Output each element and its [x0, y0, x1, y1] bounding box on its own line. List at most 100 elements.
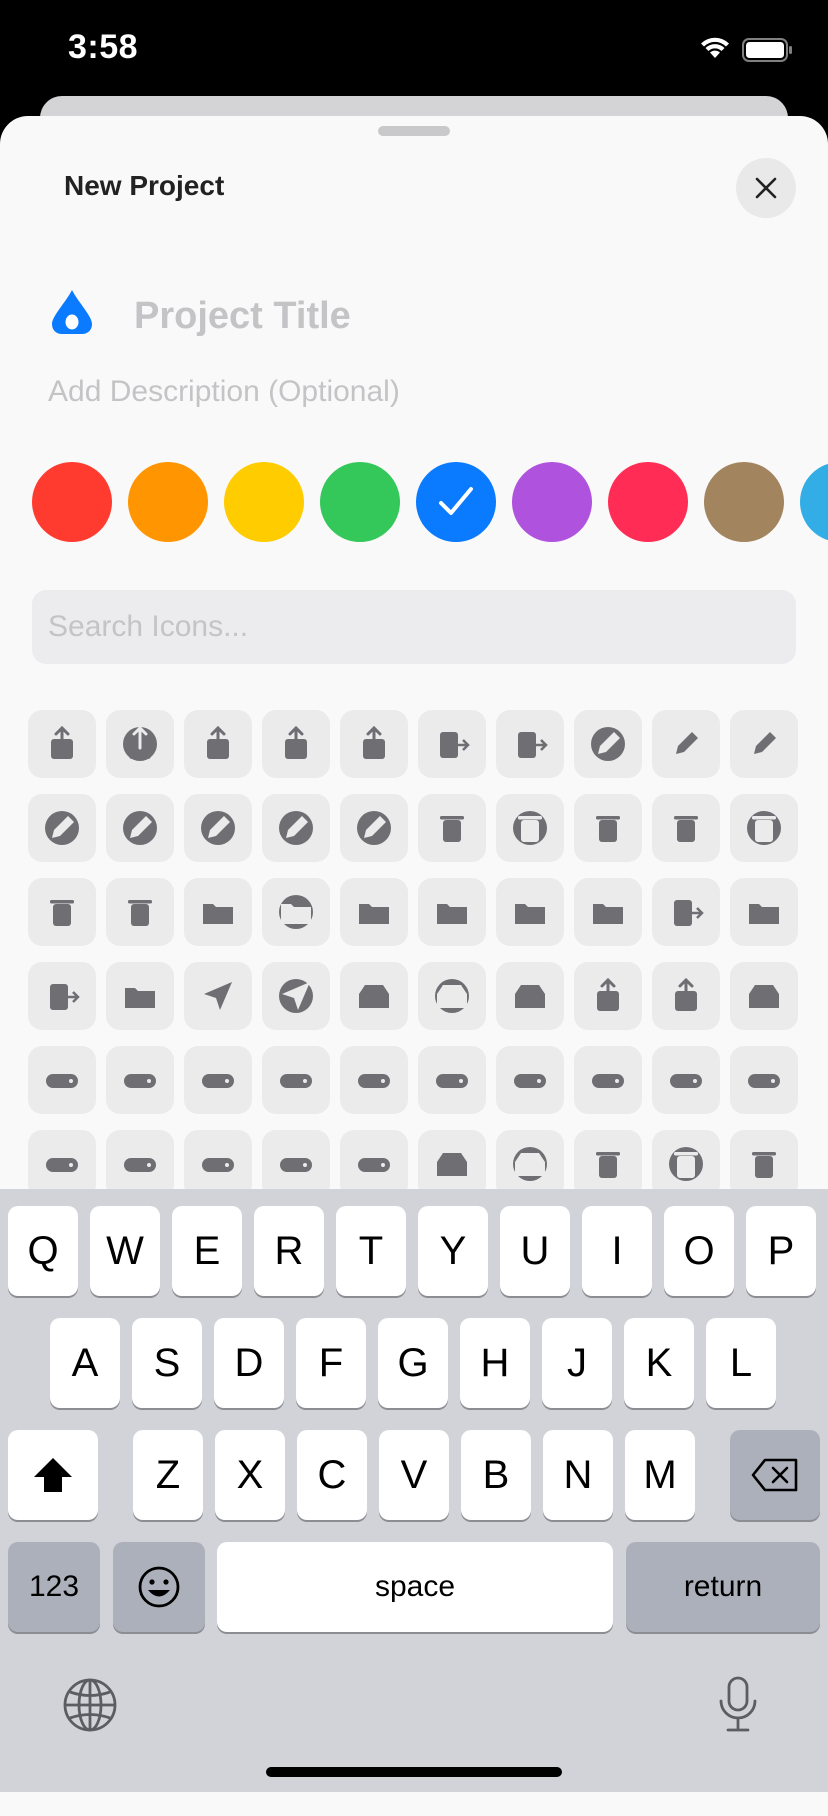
- key-f[interactable]: F: [296, 1318, 366, 1408]
- icon-tile-externaldrive-badge-person-crop[interactable]: [574, 1046, 642, 1114]
- icon-tile-trash[interactable]: [418, 794, 486, 862]
- key-m[interactable]: M: [625, 1430, 695, 1520]
- icon-tile-pencil-tip-crop-circle-badge-plus[interactable]: [184, 794, 252, 862]
- icon-tile-trash-slash-circle[interactable]: [730, 794, 798, 862]
- numbers-key[interactable]: 123: [8, 1542, 100, 1632]
- key-v[interactable]: V: [379, 1430, 449, 1520]
- key-r[interactable]: R: [254, 1206, 324, 1296]
- icon-tile-trash-circle[interactable]: [496, 794, 564, 862]
- key-j[interactable]: J: [542, 1318, 612, 1408]
- emoji-key[interactable]: [113, 1542, 205, 1632]
- icon-tile-square-and-arrow-up-circle[interactable]: [106, 710, 174, 778]
- icon-tile-folder-badge-minus[interactable]: [418, 878, 486, 946]
- icon-tile-pencil-tip-crop-circle-badge-minus[interactable]: [262, 794, 330, 862]
- icon-tile-square-and-arrow-down[interactable]: [184, 710, 252, 778]
- key-s[interactable]: S: [132, 1318, 202, 1408]
- project-title-input[interactable]: [134, 286, 774, 346]
- icon-tile-xmark-bin-circle[interactable]: [652, 1130, 720, 1198]
- key-t[interactable]: T: [336, 1206, 406, 1296]
- icon-tile-externaldrive-trianglebadge-exclamationmark[interactable]: [28, 1130, 96, 1198]
- icon-tile-pencil-circle[interactable]: [574, 710, 642, 778]
- icon-tile-externaldrive-connected-to-line-below[interactable]: [340, 1130, 408, 1198]
- key-z[interactable]: Z: [133, 1430, 203, 1520]
- key-q[interactable]: Q: [8, 1206, 78, 1296]
- icon-tile-rectangle-portrait-and-arrow-right[interactable]: [418, 710, 486, 778]
- icon-tile-externaldrive-badge-timemachine[interactable]: [106, 1130, 174, 1198]
- key-i[interactable]: I: [582, 1206, 652, 1296]
- color-swatch-yellow[interactable]: [224, 462, 304, 542]
- icon-tile-square-and-arrow-up-on-square[interactable]: [262, 710, 330, 778]
- color-swatch-cyan[interactable]: [800, 462, 828, 542]
- icon-tile-externaldrive-badge-checkmark[interactable]: [262, 1046, 330, 1114]
- key-w[interactable]: W: [90, 1206, 160, 1296]
- icon-tile-arrow-up-bin[interactable]: [730, 1130, 798, 1198]
- icon-search-input[interactable]: [48, 590, 768, 664]
- key-k[interactable]: K: [624, 1318, 694, 1408]
- icon-tile-folder-badge-gearshape[interactable]: [730, 878, 798, 946]
- icon-tile-eraser[interactable]: [652, 710, 720, 778]
- icon-tile-externaldrive-badge-questionmark[interactable]: [418, 1046, 486, 1114]
- key-h[interactable]: H: [460, 1318, 530, 1408]
- key-g[interactable]: G: [378, 1318, 448, 1408]
- color-swatch-brown[interactable]: [704, 462, 784, 542]
- icon-tile-trash-square[interactable]: [574, 794, 642, 862]
- icon-tile-archivebox-circle[interactable]: [496, 1130, 564, 1198]
- key-o[interactable]: O: [664, 1206, 734, 1296]
- icon-tile-externaldrive-badge-wifi[interactable]: [652, 1046, 720, 1114]
- sheet-grabber[interactable]: [378, 126, 450, 136]
- icon-tile-folder-badge-questionmark[interactable]: [496, 878, 564, 946]
- icon-tile-folder-badge-plus[interactable]: [340, 878, 408, 946]
- icon-tile-folder[interactable]: [184, 878, 252, 946]
- key-b[interactable]: B: [461, 1430, 531, 1520]
- icon-tile-questionmark-folder[interactable]: [106, 962, 174, 1030]
- icon-tile-square-and-pencil-circle[interactable]: [28, 794, 96, 862]
- key-d[interactable]: D: [214, 1318, 284, 1408]
- icon-tile-trash-slash-square[interactable]: [28, 878, 96, 946]
- drop-icon[interactable]: [46, 288, 98, 336]
- delete-key[interactable]: [730, 1430, 820, 1520]
- icon-tile-externaldrive[interactable]: [28, 1046, 96, 1114]
- icon-tile-square-and-arrow-down-on-square[interactable]: [340, 710, 408, 778]
- icon-tile-eraser-line-dashed[interactable]: [730, 710, 798, 778]
- key-x[interactable]: X: [215, 1430, 285, 1520]
- icon-tile-square-and-arrow-up[interactable]: [28, 710, 96, 778]
- key-y[interactable]: Y: [418, 1206, 488, 1296]
- icon-tile-opticaldiscdrive[interactable]: [262, 1130, 330, 1198]
- color-swatch-green[interactable]: [320, 462, 400, 542]
- key-n[interactable]: N: [543, 1430, 613, 1520]
- icon-tile-tray-full[interactable]: [730, 962, 798, 1030]
- icon-tile-externaldrive-badge-plus[interactable]: [106, 1046, 174, 1114]
- color-swatch-blue[interactable]: [416, 462, 496, 542]
- globe-icon[interactable]: [62, 1677, 118, 1733]
- icon-search-field[interactable]: [32, 590, 796, 664]
- color-swatch-purple[interactable]: [512, 462, 592, 542]
- key-c[interactable]: C: [297, 1430, 367, 1520]
- icon-tile-rectangle-stack-badge-plus-fill[interactable]: [28, 962, 96, 1030]
- shift-key[interactable]: [8, 1430, 98, 1520]
- key-e[interactable]: E: [172, 1206, 242, 1296]
- return-key[interactable]: return: [626, 1542, 820, 1632]
- icon-tile-externaldrive-badge-icloud[interactable]: [730, 1046, 798, 1114]
- color-swatch-red[interactable]: [32, 462, 112, 542]
- icon-tile-paperplane-circle[interactable]: [262, 962, 330, 1030]
- icon-tile-rectangle-portrait-and-arrow-forward[interactable]: [496, 710, 564, 778]
- key-p[interactable]: P: [746, 1206, 816, 1296]
- icon-tile-externaldrive-badge-xmark[interactable]: [340, 1046, 408, 1114]
- icon-tile-trash-arrow-up[interactable]: [106, 878, 174, 946]
- icon-tile-externaldrive-badge-exclamationmark[interactable]: [496, 1046, 564, 1114]
- icon-tile-archivebox[interactable]: [418, 1130, 486, 1198]
- icon-tile-pencil-tip-crop-circle-badge-arrow-forward[interactable]: [340, 794, 408, 862]
- icon-tile-tray-circle[interactable]: [418, 962, 486, 1030]
- icon-tile-folder-circle[interactable]: [262, 878, 330, 946]
- key-a[interactable]: A: [50, 1318, 120, 1408]
- icon-tile-internaldrive[interactable]: [184, 1130, 252, 1198]
- home-indicator[interactable]: [266, 1767, 562, 1777]
- icon-tile-tray-and-arrow-up[interactable]: [574, 962, 642, 1030]
- icon-tile-pencil-tip-circle[interactable]: [106, 794, 174, 862]
- icon-tile-tray-2[interactable]: [496, 962, 564, 1030]
- icon-tile-trash-slash[interactable]: [652, 794, 720, 862]
- key-u[interactable]: U: [500, 1206, 570, 1296]
- color-swatch-pink[interactable]: [608, 462, 688, 542]
- project-description-input[interactable]: [48, 370, 748, 414]
- space-key[interactable]: space: [217, 1542, 613, 1632]
